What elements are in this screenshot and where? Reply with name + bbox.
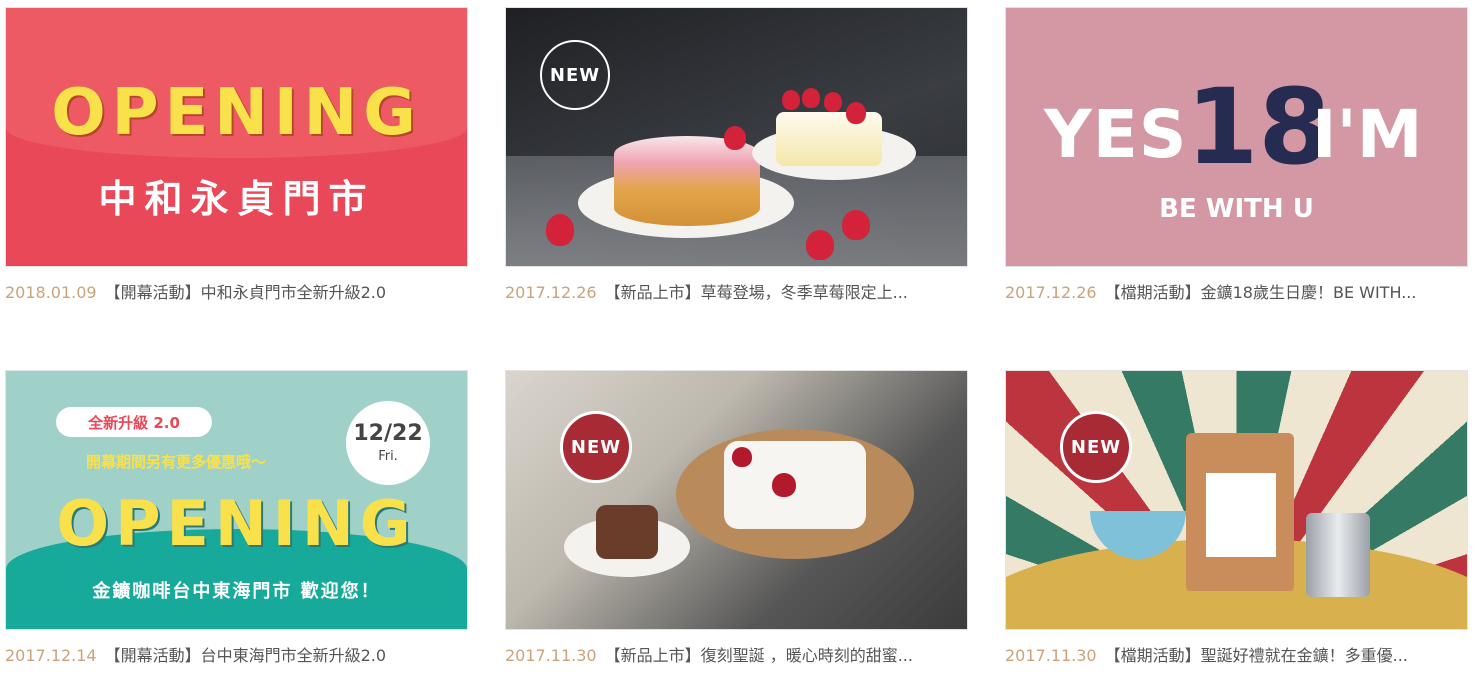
news-card[interactable]: NEW 2017.12.26 【新品上市】草莓登場，冬季草莓限定上... xyxy=(505,7,968,302)
new-badge: NEW xyxy=(540,40,610,110)
news-title[interactable]: 【開幕活動】台中東海門市全新升級2.0 xyxy=(105,646,386,665)
news-caption[interactable]: 2018.01.09 【開幕活動】中和永貞門市全新升級2.0 xyxy=(5,282,475,304)
strawberry xyxy=(846,102,866,124)
news-caption[interactable]: 2017.12.14 【開幕活動】台中東海門市全新升級2.0 xyxy=(5,645,475,667)
banner-subheading: 中和永貞門市 xyxy=(98,177,375,221)
news-thumbnail[interactable]: YES 18 I'M BE WITH U xyxy=(1005,7,1468,267)
news-title[interactable]: 【新品上市】復刻聖誕 ，暖心時刻的甜蜜... xyxy=(605,646,913,665)
upgrade-pill: 全新升級 2.0 xyxy=(56,407,212,437)
news-date: 2017.11.30 xyxy=(505,646,597,665)
strawberry xyxy=(772,473,796,497)
strawberry xyxy=(724,126,746,150)
news-card[interactable]: NEW 2017.11.30 【檔期活動】聖誕好禮就在金鑛！多重優... xyxy=(1005,370,1468,665)
news-thumbnail[interactable]: NEW xyxy=(505,7,968,267)
news-caption[interactable]: 2017.12.26 【新品上市】草莓登場，冬季草莓限定上... xyxy=(505,282,975,304)
lava-cake xyxy=(596,505,658,559)
strawberry xyxy=(802,88,820,108)
news-grid: OPENING 中和永貞門市 2018.01.09 【開幕活動】中和永貞門市全新升… xyxy=(0,0,1482,682)
news-caption[interactable]: 2017.12.26 【檔期活動】金鑛18歲生日慶！BE WITH... xyxy=(1005,282,1475,304)
news-caption[interactable]: 2017.11.30 【檔期活動】聖誕好禮就在金鑛！多重優... xyxy=(1005,645,1475,667)
news-thumbnail[interactable]: 全新升級 2.0 開幕期間另有更多優惠哦～ 12/22 Fri. OPENING… xyxy=(5,370,468,630)
welcome-text: 金鑛咖啡台中東海門市 歡迎您！ xyxy=(92,581,381,602)
pour-over-kettle xyxy=(1306,513,1370,597)
news-thumbnail[interactable]: OPENING 中和永貞門市 xyxy=(5,7,468,267)
news-title[interactable]: 【檔期活動】金鑛18歲生日慶！BE WITH... xyxy=(1105,283,1417,302)
news-date: 2017.12.26 xyxy=(505,283,597,302)
strawberry xyxy=(782,90,800,110)
news-title[interactable]: 【開幕活動】中和永貞門市全新升級2.0 xyxy=(105,283,386,302)
news-date: 2017.12.26 xyxy=(1005,283,1097,302)
news-date: 2017.11.30 xyxy=(1005,646,1097,665)
banner-heading: OPENING xyxy=(56,487,417,560)
news-thumbnail[interactable]: NEW xyxy=(1005,370,1468,630)
banner-number: 18 xyxy=(1186,66,1331,188)
strawberry xyxy=(546,214,574,246)
news-date: 2017.12.14 xyxy=(5,646,97,665)
bubble-date: 12/22 xyxy=(353,421,423,446)
new-badge: NEW xyxy=(1060,411,1132,483)
new-badge: NEW xyxy=(560,411,632,483)
strawberry xyxy=(806,230,834,260)
news-card[interactable]: OPENING 中和永貞門市 2018.01.09 【開幕活動】中和永貞門市全新升… xyxy=(5,7,468,302)
news-caption[interactable]: 2017.11.30 【新品上市】復刻聖誕 ，暖心時刻的甜蜜... xyxy=(505,645,975,667)
news-title[interactable]: 【新品上市】草莓登場，冬季草莓限定上... xyxy=(605,283,908,302)
coffee-bag-label xyxy=(1206,473,1276,557)
promo-text: 開幕期間另有更多優惠哦～ xyxy=(86,453,267,471)
news-thumbnail[interactable]: NEW xyxy=(505,370,968,630)
banner-im: I'M xyxy=(1312,96,1423,173)
strawberry xyxy=(732,447,752,467)
banner-heading: OPENING xyxy=(51,76,422,150)
strawberry xyxy=(842,210,870,240)
news-card[interactable]: 全新升級 2.0 開幕期間另有更多優惠哦～ 12/22 Fri. OPENING… xyxy=(5,370,468,665)
banner-tagline: BE WITH U xyxy=(1159,194,1314,224)
bubble-day: Fri. xyxy=(378,449,398,464)
cake-slice xyxy=(776,112,882,166)
strawberry xyxy=(824,92,842,112)
news-date: 2018.01.09 xyxy=(5,283,97,302)
news-card[interactable]: NEW 2017.11.30 【新品上市】復刻聖誕 ，暖心時刻的甜蜜... xyxy=(505,370,968,665)
banner-yes: YES xyxy=(1044,96,1188,173)
news-card[interactable]: YES 18 I'M BE WITH U 2017.12.26 【檔期活動】金鑛1… xyxy=(1005,7,1468,302)
news-title[interactable]: 【檔期活動】聖誕好禮就在金鑛！多重優... xyxy=(1105,646,1408,665)
